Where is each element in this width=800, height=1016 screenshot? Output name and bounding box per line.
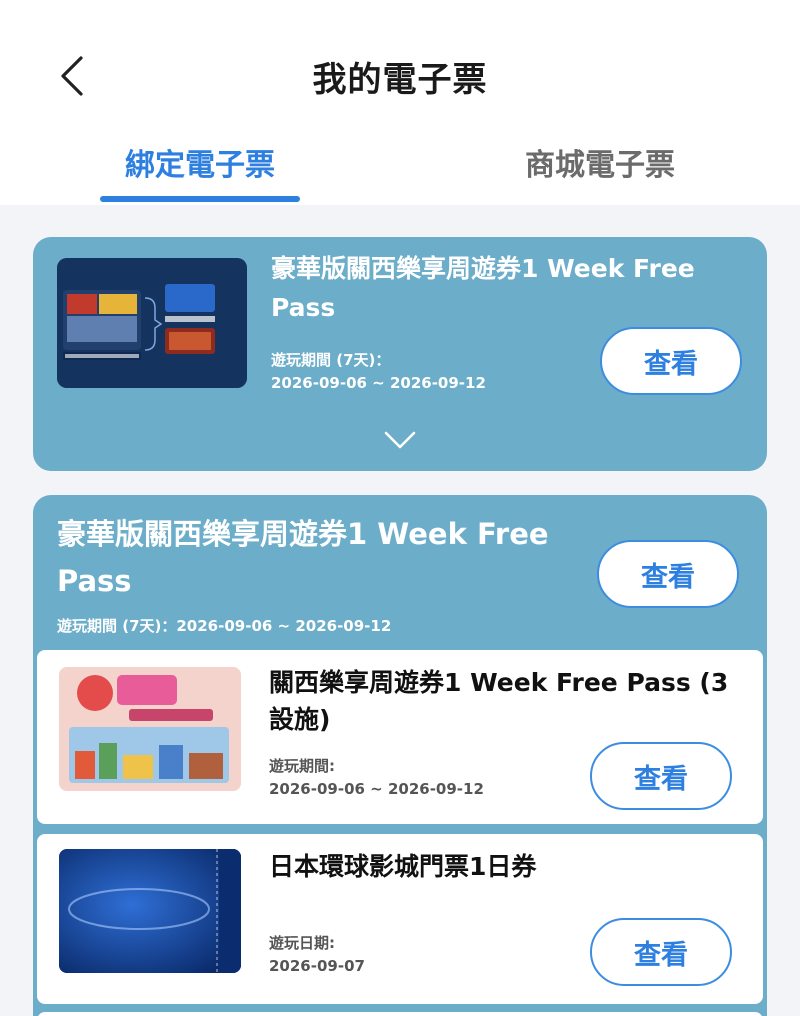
studio-pass-image [59, 849, 241, 973]
period-label: 遊玩期間 (7天)： [271, 351, 391, 369]
period-label: 遊玩期間: [269, 757, 335, 775]
kansai-pass-pink-image [59, 667, 241, 791]
sub-ticket-title: 關西樂享周遊券1 Week Free Pass (3設施) [269, 668, 729, 734]
ticket-card-expanded: 豪華版關西樂享周遊券1 Week Free Pass 查看 遊玩期間 (7天)：… [33, 495, 767, 1016]
period-text: 遊玩期間 (7天)：2026-09-06 ~ 2026-09-12 [57, 617, 392, 635]
period-label: 遊玩日期: [269, 934, 335, 952]
page-title: 我的電子票 [312, 60, 488, 100]
view-button[interactable]: 查看 [590, 742, 732, 810]
active-tab-indicator [100, 196, 300, 202]
kansai-pass-image [57, 258, 247, 388]
tab-bound-tickets[interactable]: 綁定電子票 [50, 140, 350, 184]
view-button[interactable]: 查看 [597, 540, 739, 608]
sub-ticket-thumbnail [59, 849, 241, 973]
period-value: 2026-09-06 ~ 2026-09-12 [271, 374, 486, 392]
sub-ticket-thumbnail [59, 667, 241, 791]
chevron-down-icon[interactable] [383, 429, 417, 451]
ticket-title: 豪華版關西樂享周遊券1 Week Free Pass [57, 517, 549, 598]
app-header: 我的電子票 綁定電子票 商城電子票 [0, 0, 800, 205]
view-button[interactable]: 查看 [600, 327, 742, 395]
sub-ticket-item[interactable]: 關西樂享周遊券1 Week Free Pass (3設施) 遊玩期間: 2026… [37, 650, 763, 824]
ticket-card[interactable]: 豪華版關西樂享周遊券1 Week Free Pass 遊玩期間 (7天)： 20… [33, 237, 767, 471]
sub-ticket-item[interactable] [37, 1012, 763, 1016]
sub-ticket-item[interactable]: 日本環球影城門票1日券 遊玩日期: 2026-09-07 查看 [37, 834, 763, 1004]
period-value: 2026-09-06 ~ 2026-09-12 [269, 780, 484, 798]
period-value: 2026-09-07 [269, 957, 365, 975]
ticket-title: 豪華版關西樂享周遊券1 Week Free Pass [271, 254, 695, 322]
tab-mall-tickets[interactable]: 商城電子票 [450, 140, 750, 184]
view-button[interactable]: 查看 [590, 918, 732, 986]
ticket-thumbnail [57, 258, 247, 388]
sub-ticket-title: 日本環球影城門票1日券 [269, 852, 537, 881]
